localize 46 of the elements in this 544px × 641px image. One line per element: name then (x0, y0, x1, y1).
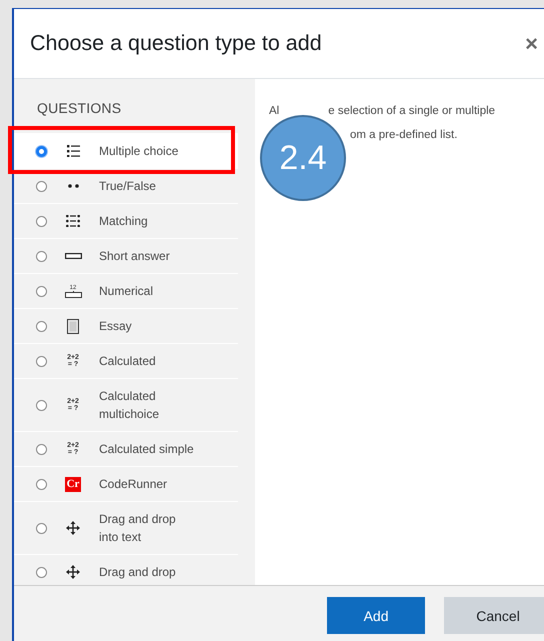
option-label: Drag and drop into text (99, 511, 176, 546)
step-number-badge: 2.4 (260, 115, 346, 201)
option-label: Calculated simple (99, 441, 194, 458)
question-type-option[interactable]: Cr CodeRunner (14, 466, 238, 501)
option-label: Calculated multichoice (99, 388, 160, 423)
option-label: Multiple choice (99, 143, 178, 160)
document-icon (67, 318, 79, 334)
radio-button[interactable] (36, 286, 47, 296)
option-label: CodeRunner (99, 476, 168, 493)
close-button[interactable]: × (525, 30, 538, 56)
question-type-option[interactable]: True/False (14, 168, 238, 203)
radio-button[interactable] (36, 566, 47, 578)
option-label: Short answer (99, 248, 170, 265)
coderunner-icon: Cr (64, 476, 82, 492)
option-label: Essay (99, 318, 132, 335)
radio-button[interactable] (36, 356, 47, 366)
question-type-option[interactable]: Short answer (14, 238, 238, 273)
radio-button[interactable] (36, 444, 47, 454)
list-icon (66, 145, 80, 157)
option-label: Numerical (99, 283, 154, 300)
section-heading: QUESTIONS (36, 99, 122, 118)
radio-button[interactable] (36, 320, 47, 332)
question-type-option[interactable]: Matching (14, 203, 238, 238)
radio-button[interactable] (36, 216, 47, 226)
radio-button[interactable] (36, 180, 47, 192)
question-type-option[interactable]: Essay (14, 308, 238, 343)
dialog-title: Choose a question type to add (30, 31, 322, 56)
radio-button[interactable] (36, 522, 47, 534)
description-text: om a pre-defined list. (350, 128, 458, 143)
option-label: Matching (99, 213, 148, 230)
option-label: True/False (99, 178, 156, 195)
add-button[interactable]: Add (327, 597, 426, 634)
radio-button[interactable] (36, 250, 47, 262)
cancel-button[interactable]: Cancel (444, 597, 544, 634)
radio-button[interactable] (36, 478, 47, 490)
question-type-option[interactable]: Multiple choice (14, 133, 238, 168)
question-type-option[interactable]: Drag and drop into text (14, 501, 238, 554)
radio-button[interactable] (36, 146, 47, 156)
move-arrows-icon (66, 565, 80, 579)
move-arrows-icon (66, 521, 80, 535)
radio-button[interactable] (36, 400, 47, 410)
option-label: Drag and drop (99, 564, 176, 581)
dots-icon (68, 184, 78, 188)
matching-icon (66, 215, 80, 227)
text-field-icon (64, 253, 82, 259)
option-label: Calculated (99, 353, 156, 370)
